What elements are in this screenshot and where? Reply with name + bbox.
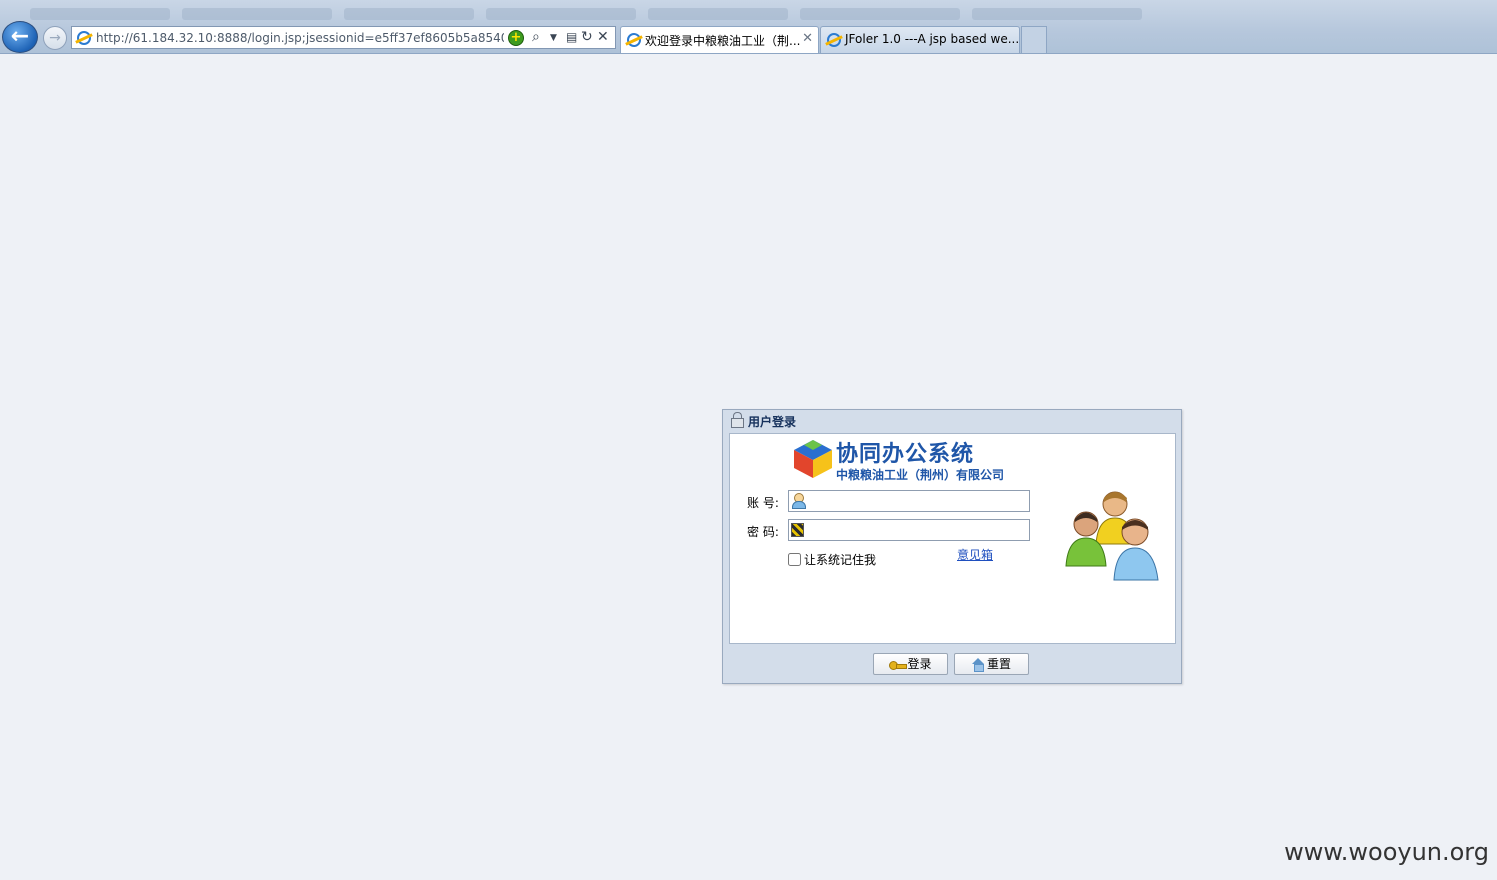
close-tab-icon[interactable]: ✕ bbox=[802, 31, 813, 46]
tab-label: JFoler 1.0 ---A jsp based we... bbox=[845, 32, 1020, 46]
ie-tab-icon bbox=[627, 33, 641, 47]
user-icon bbox=[791, 493, 806, 509]
login-button-label: 登录 bbox=[907, 657, 932, 671]
password-icon bbox=[791, 523, 804, 537]
logo-cube-icon bbox=[794, 440, 832, 478]
tab-login-page[interactable]: 欢迎登录中粮粮油工业（荆... ✕ bbox=[620, 26, 819, 53]
address-url[interactable]: http://61.184.32.10:8888/login.jsp;jsess… bbox=[96, 31, 504, 45]
tab-label: 欢迎登录中粮粮油工业（荆... bbox=[645, 34, 801, 48]
panel-body: 协同办公系统 中粮粮油工业（荆州）有限公司 账 号: 密 码: 让系统记住我 意… bbox=[729, 433, 1176, 644]
compat-page-icon[interactable]: ▤ bbox=[566, 30, 577, 44]
background-window-tabs bbox=[30, 4, 1490, 24]
refresh-icon[interactable]: ↻ bbox=[581, 29, 593, 45]
search-icon[interactable]: ⌕ bbox=[532, 29, 540, 45]
back-button[interactable]: ← bbox=[2, 21, 38, 53]
watermark: www.wooyun.org bbox=[1284, 838, 1489, 866]
remember-me[interactable]: 让系统记住我 bbox=[788, 551, 876, 568]
browser-toolbar: ← → http://61.184.32.10:8888/login.jsp;j… bbox=[0, 0, 1497, 54]
address-bar[interactable]: http://61.184.32.10:8888/login.jsp;jsess… bbox=[71, 26, 616, 49]
forward-arrow-icon: → bbox=[49, 30, 61, 46]
key-icon bbox=[889, 660, 908, 670]
compatibility-view-icon[interactable]: + bbox=[508, 30, 524, 46]
new-tab-button[interactable] bbox=[1021, 26, 1047, 53]
tab-jfoler[interactable]: JFoler 1.0 ---A jsp based we... bbox=[820, 26, 1020, 53]
system-title: 协同办公系统 bbox=[836, 441, 975, 467]
login-button[interactable]: 登录 bbox=[873, 653, 948, 675]
ie-tab-icon bbox=[827, 33, 841, 47]
remember-me-label: 让系统记住我 bbox=[804, 553, 877, 567]
back-arrow-icon: ← bbox=[10, 24, 30, 49]
reset-button[interactable]: 重置 bbox=[954, 653, 1029, 675]
panel-title: 用户登录 bbox=[748, 415, 797, 429]
username-input[interactable] bbox=[807, 493, 1027, 509]
chevron-down-icon[interactable]: ▼ bbox=[550, 33, 557, 43]
feedback-link[interactable]: 意见箱 bbox=[957, 546, 993, 563]
ie-page-icon bbox=[77, 31, 91, 45]
username-field[interactable] bbox=[788, 490, 1030, 512]
panel-header: 用户登录 bbox=[723, 410, 1181, 432]
remember-me-checkbox[interactable] bbox=[788, 553, 801, 566]
forward-button[interactable]: → bbox=[43, 26, 67, 50]
home-icon bbox=[971, 658, 985, 672]
company-name: 中粮粮油工业（荆州）有限公司 bbox=[836, 468, 1005, 482]
stop-icon[interactable]: ✕ bbox=[597, 29, 609, 45]
login-panel: 用户登录 协同办公系统 中粮粮油工业（荆州）有限公司 账 号: 密 码: 让系统… bbox=[722, 409, 1182, 684]
password-input[interactable] bbox=[807, 522, 1027, 538]
reset-button-label: 重置 bbox=[986, 657, 1011, 671]
password-field[interactable] bbox=[788, 519, 1030, 541]
password-label: 密 码: bbox=[747, 525, 779, 539]
users-group-icon bbox=[1065, 491, 1159, 581]
username-label: 账 号: bbox=[747, 496, 779, 510]
lock-icon bbox=[731, 412, 744, 428]
